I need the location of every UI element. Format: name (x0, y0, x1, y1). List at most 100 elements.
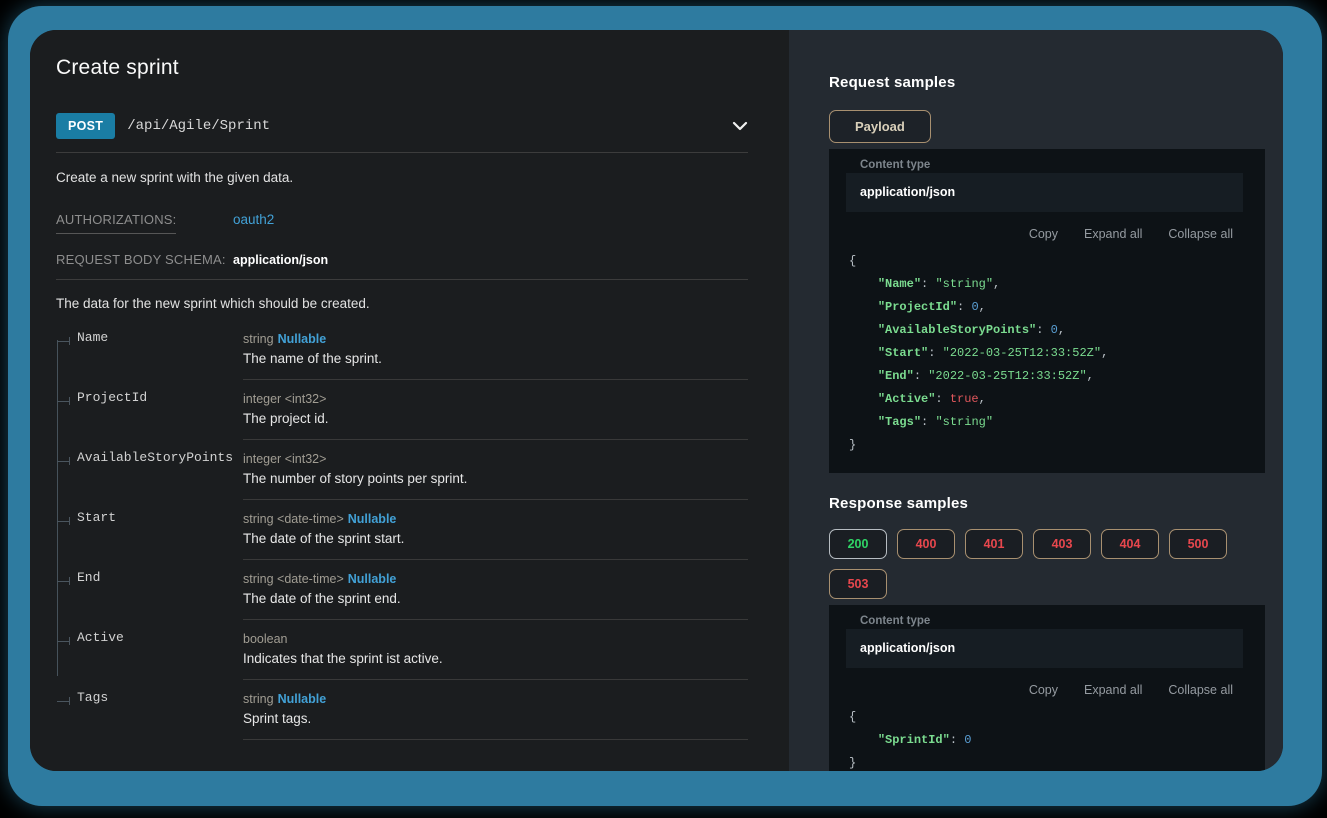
request-body-schema-value: application/json (233, 253, 328, 267)
authorizations-row: AUTHORIZATIONS: oauth2 (56, 212, 748, 234)
field-type-line: string Nullable (243, 692, 748, 706)
schema-fields: Name string Nullable The name of the sprint… (56, 320, 748, 740)
tree-connector-icon (57, 332, 69, 342)
expand-all-button[interactable]: Expand all (1084, 227, 1142, 241)
code-line: "Active": true, (849, 388, 1265, 411)
content-type-value: application/json (860, 641, 955, 655)
field-type-line: boolean (243, 632, 748, 646)
collapse-all-button[interactable]: Collapse all (1168, 227, 1233, 241)
tree-connector-icon (57, 392, 69, 402)
status-tab-200[interactable]: 200 (829, 529, 887, 559)
status-tab-500[interactable]: 500 (1169, 529, 1227, 559)
request-body-schema-label: REQUEST BODY SCHEMA: (56, 252, 233, 267)
screenshot-background: Create sprint POST /api/Agile/Sprint Cre… (0, 0, 1327, 818)
field-nullable-flag: Nullable (348, 572, 397, 586)
code-line: "ProjectId": 0, (849, 296, 1265, 319)
request-sample-panel: Content type application/json Copy Expand… (829, 149, 1265, 473)
field-description: The number of story points per sprint. (243, 471, 748, 486)
field-type-line: string <date-time> Nullable (243, 572, 748, 586)
status-tab-404[interactable]: 404 (1101, 529, 1159, 559)
field-row: Start string <date-time>Nullable The date … (56, 500, 748, 560)
field-row: AvailableStoryPointsinteger <int32> The n… (56, 440, 748, 500)
field-type-line: integer <int32> (243, 392, 748, 406)
code-line: } (849, 434, 1265, 457)
field-info-cell: string <date-time>Nullable The date of th… (243, 500, 748, 560)
code-line: "Name": "string", (849, 273, 1265, 296)
code-line: "AvailableStoryPoints": 0, (849, 319, 1265, 342)
status-tab-403[interactable]: 403 (1033, 529, 1091, 559)
field-type-line: string <date-time>Nullable (243, 512, 748, 526)
field-name-cell: Start (56, 500, 243, 560)
response-json-code: { "SprintId": 0} (849, 706, 1265, 771)
status-tab-503[interactable]: 503 (829, 569, 887, 599)
field-row: TagsstringNullableSprint tags. (56, 680, 748, 740)
content-type-label: Content type (860, 159, 1265, 171)
payload-tab[interactable]: Payload (829, 110, 931, 143)
response-status-tabs: 200 400 401 403 404 500 503 (829, 529, 1279, 599)
endpoint-toggle[interactable]: POST /api/Agile/Sprint (56, 113, 748, 153)
response-samples-title: Response samples (829, 473, 1279, 512)
http-method-badge: POST (56, 113, 115, 139)
field-info-cell: string Nullable The name of the sprint. (243, 320, 748, 380)
code-line: { (849, 250, 1265, 273)
field-type: string (243, 692, 274, 706)
tree-connector-icon (57, 452, 69, 462)
tree-connector-icon (57, 572, 69, 582)
field-description: Indicates that the sprint ist active. (243, 651, 748, 666)
field-info-cell: integer <int32> The number of story point… (243, 440, 748, 500)
content-type-select[interactable]: application/json (846, 173, 1243, 212)
endpoint-path: /api/Agile/Sprint (127, 118, 270, 134)
field-info-cell: boolean Indicates that the sprint ist act… (243, 620, 748, 680)
code-actions: Copy Expand all Collapse all (829, 683, 1233, 697)
expand-all-button[interactable]: Expand all (1084, 683, 1142, 697)
field-row: ProjectId integer <int32>The project id. (56, 380, 748, 440)
status-tab-401[interactable]: 401 (965, 529, 1023, 559)
request-samples-title: Request samples (829, 30, 1279, 91)
collapse-all-button[interactable]: Collapse all (1168, 683, 1233, 697)
field-name-cell: Name (56, 320, 243, 380)
tree-connector-icon (57, 512, 69, 522)
field-name: Name (77, 330, 108, 345)
code-line: } (849, 752, 1265, 771)
content-type-value: application/json (860, 185, 955, 199)
field-nullable-flag: Nullable (278, 332, 327, 346)
field-type: integer <int32> (243, 392, 326, 406)
request-json-code: { "Name": "string", "ProjectId": 0, "Ava… (849, 250, 1265, 457)
code-line: { (849, 706, 1265, 729)
field-name: Active (77, 630, 124, 645)
field-type-line: integer <int32> (243, 452, 748, 466)
field-name-cell: Active (56, 620, 243, 680)
oauth2-link[interactable]: oauth2 (233, 212, 274, 227)
field-name: End (77, 570, 100, 585)
chevron-down-icon[interactable] (732, 121, 748, 131)
window-content: Create sprint POST /api/Agile/Sprint Cre… (30, 30, 1283, 771)
field-type: string <date-time> (243, 512, 344, 526)
code-line: "Tags": "string" (849, 411, 1265, 434)
endpoint-description: Create a new sprint with the given data. (56, 170, 748, 185)
code-line: "End": "2022-03-25T12:33:52Z", (849, 365, 1265, 388)
samples-panel: Request samples Payload Content type app… (789, 30, 1283, 771)
field-name-cell: AvailableStoryPoints (56, 440, 243, 500)
field-row: Active boolean Indicates that the sprint i… (56, 620, 748, 680)
field-type: string (243, 332, 274, 346)
content-type-select[interactable]: application/json (846, 629, 1243, 668)
authorizations-label: AUTHORIZATIONS: (56, 212, 233, 234)
copy-button[interactable]: Copy (1029, 683, 1058, 697)
copy-button[interactable]: Copy (1029, 227, 1058, 241)
operation-panel: Create sprint POST /api/Agile/Sprint Cre… (30, 30, 789, 771)
field-name: Start (77, 510, 116, 525)
field-type: string <date-time> (243, 572, 344, 586)
field-type: integer <int32> (243, 452, 326, 466)
field-name-cell: End (56, 560, 243, 620)
field-name: ProjectId (77, 390, 147, 405)
field-type-line: string Nullable (243, 332, 748, 346)
field-description: The name of the sprint. (243, 351, 748, 366)
field-description: The date of the sprint start. (243, 531, 748, 546)
tree-connector-icon (57, 692, 69, 702)
status-tab-400[interactable]: 400 (897, 529, 955, 559)
api-docs-window: Create sprint POST /api/Agile/Sprint Cre… (8, 6, 1322, 806)
field-info-cell: integer <int32>The project id. (243, 380, 748, 440)
response-sample-panel: Content type application/json CopyExpand… (829, 605, 1265, 771)
field-row: Endstring <date-time>NullableThe date of… (56, 560, 748, 620)
field-nullable-flag: Nullable (278, 692, 327, 706)
